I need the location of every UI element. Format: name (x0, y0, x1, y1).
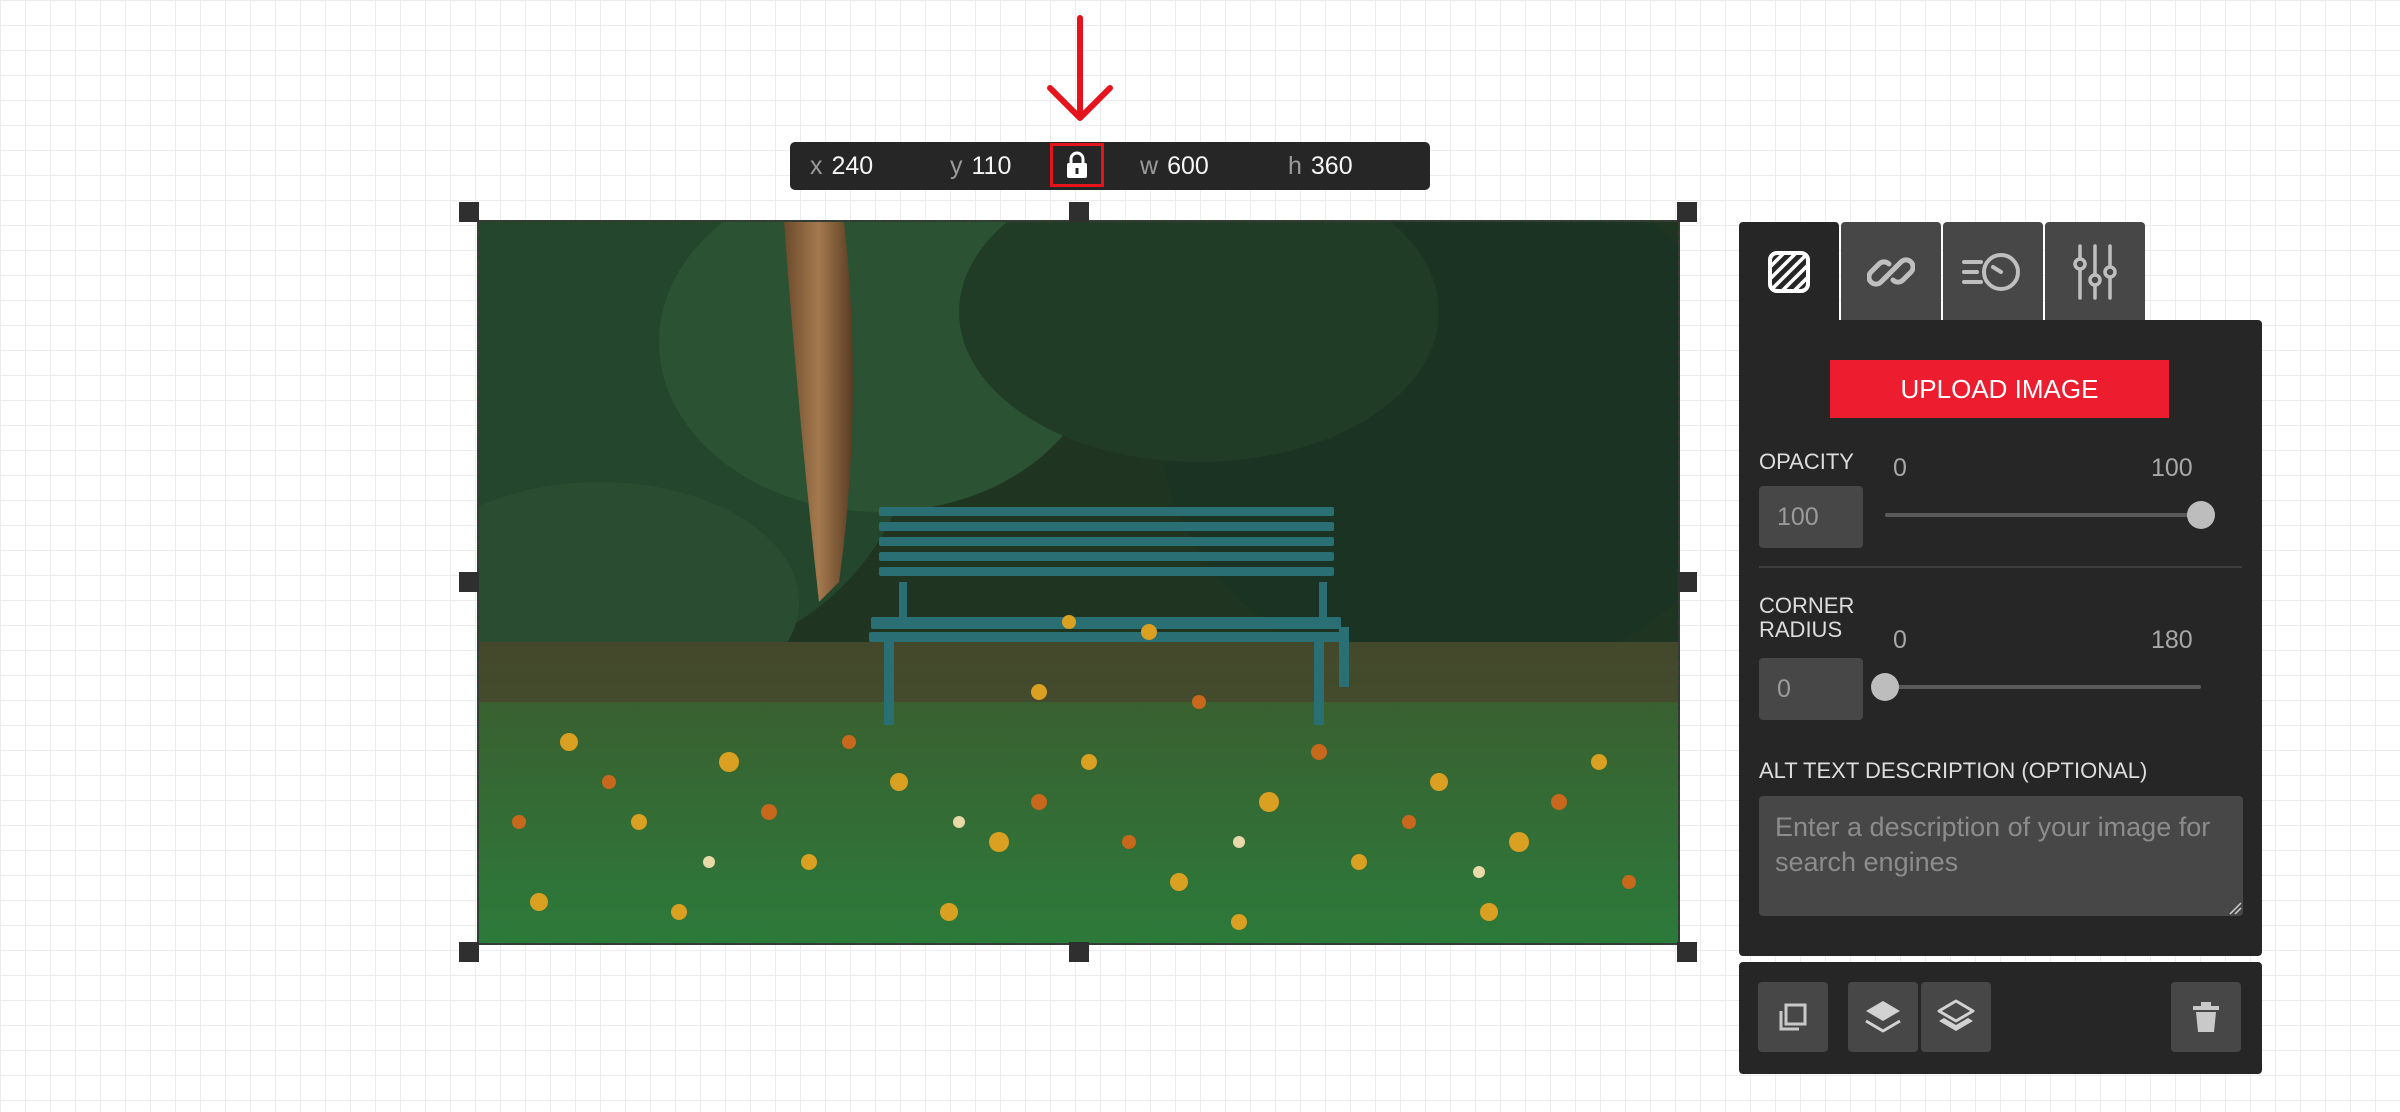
resize-grip-icon[interactable] (2228, 901, 2242, 915)
resize-handle-top-left[interactable] (459, 202, 479, 222)
duplicate-button[interactable] (1758, 982, 1828, 1052)
selected-image[interactable] (477, 220, 1680, 945)
tab-image[interactable] (1739, 222, 1839, 322)
resize-handle-top-right[interactable] (1677, 202, 1697, 222)
opacity-input[interactable] (1759, 486, 1863, 548)
tab-settings[interactable] (2045, 222, 2145, 322)
section-divider (1759, 566, 2242, 568)
resize-handle-top[interactable] (1069, 202, 1089, 222)
sliders-icon (2073, 244, 2117, 300)
resize-handle-bottom[interactable] (1069, 942, 1089, 962)
aspect-lock-button[interactable] (1050, 143, 1104, 187)
tab-link[interactable] (1841, 222, 1941, 322)
x-value[interactable]: 240 (832, 152, 874, 180)
send-backward-button[interactable] (1921, 982, 1991, 1052)
w-value[interactable]: 600 (1167, 152, 1209, 180)
opacity-slider-thumb[interactable] (2187, 501, 2215, 529)
link-icon (1867, 257, 1915, 287)
corner-radius-max-label: 180 (2151, 626, 2193, 654)
down-arrow-icon (1047, 15, 1113, 121)
x-field[interactable]: x 240 (810, 142, 873, 190)
resize-handle-bottom-right[interactable] (1677, 942, 1697, 962)
opacity-slider-track[interactable] (1885, 513, 2201, 517)
h-label: h (1288, 152, 1302, 180)
alt-text-textarea[interactable] (1759, 796, 2243, 916)
opacity-min-label: 0 (1893, 454, 1907, 482)
corner-radius-slider-thumb[interactable] (1871, 673, 1899, 701)
layer-up-icon (1865, 1001, 1901, 1033)
resize-handle-bottom-left[interactable] (459, 942, 479, 962)
resize-handle-left[interactable] (459, 572, 479, 592)
padlock-icon (1067, 151, 1087, 178)
image-settings-panel: UPLOAD IMAGE OPACITY 0 100 CORNER RADIUS… (1739, 320, 2262, 956)
w-label: w (1140, 152, 1159, 180)
upload-image-button[interactable]: UPLOAD IMAGE (1830, 360, 2169, 418)
opacity-max-label: 100 (2151, 454, 2193, 482)
resize-handle-right[interactable] (1677, 572, 1697, 592)
layer-down-icon (1937, 999, 1975, 1031)
y-value[interactable]: 110 (972, 152, 1012, 180)
duplicate-icon (1779, 1003, 1807, 1031)
element-actions-bar (1739, 962, 2262, 1074)
corner-radius-min-label: 0 (1893, 626, 1907, 654)
position-size-toolbar: x 240 y 110 w 600 h 360 (790, 142, 1430, 190)
trash-icon (2193, 1002, 2219, 1032)
h-value[interactable]: 360 (1311, 152, 1353, 180)
opacity-label: OPACITY (1759, 449, 1854, 474)
corner-radius-label: CORNER RADIUS (1759, 593, 1855, 642)
corner-radius-input[interactable] (1759, 658, 1863, 720)
tab-animation[interactable] (1943, 222, 2043, 322)
park-bench-photo (479, 222, 1678, 943)
y-field[interactable]: y 110 (950, 142, 1011, 190)
animation-speed-icon (1962, 253, 2020, 291)
corner-radius-slider-track[interactable] (1885, 685, 2201, 689)
x-label: x (810, 152, 823, 180)
y-label: y (950, 152, 963, 180)
alt-text-label: ALT TEXT DESCRIPTION (OPTIONAL) (1759, 758, 2148, 783)
bring-forward-button[interactable] (1848, 982, 1918, 1052)
delete-button[interactable] (2171, 982, 2241, 1052)
image-fill-icon (1768, 251, 1810, 293)
width-field[interactable]: w 600 (1140, 142, 1209, 190)
height-field[interactable]: h 360 (1288, 142, 1353, 190)
